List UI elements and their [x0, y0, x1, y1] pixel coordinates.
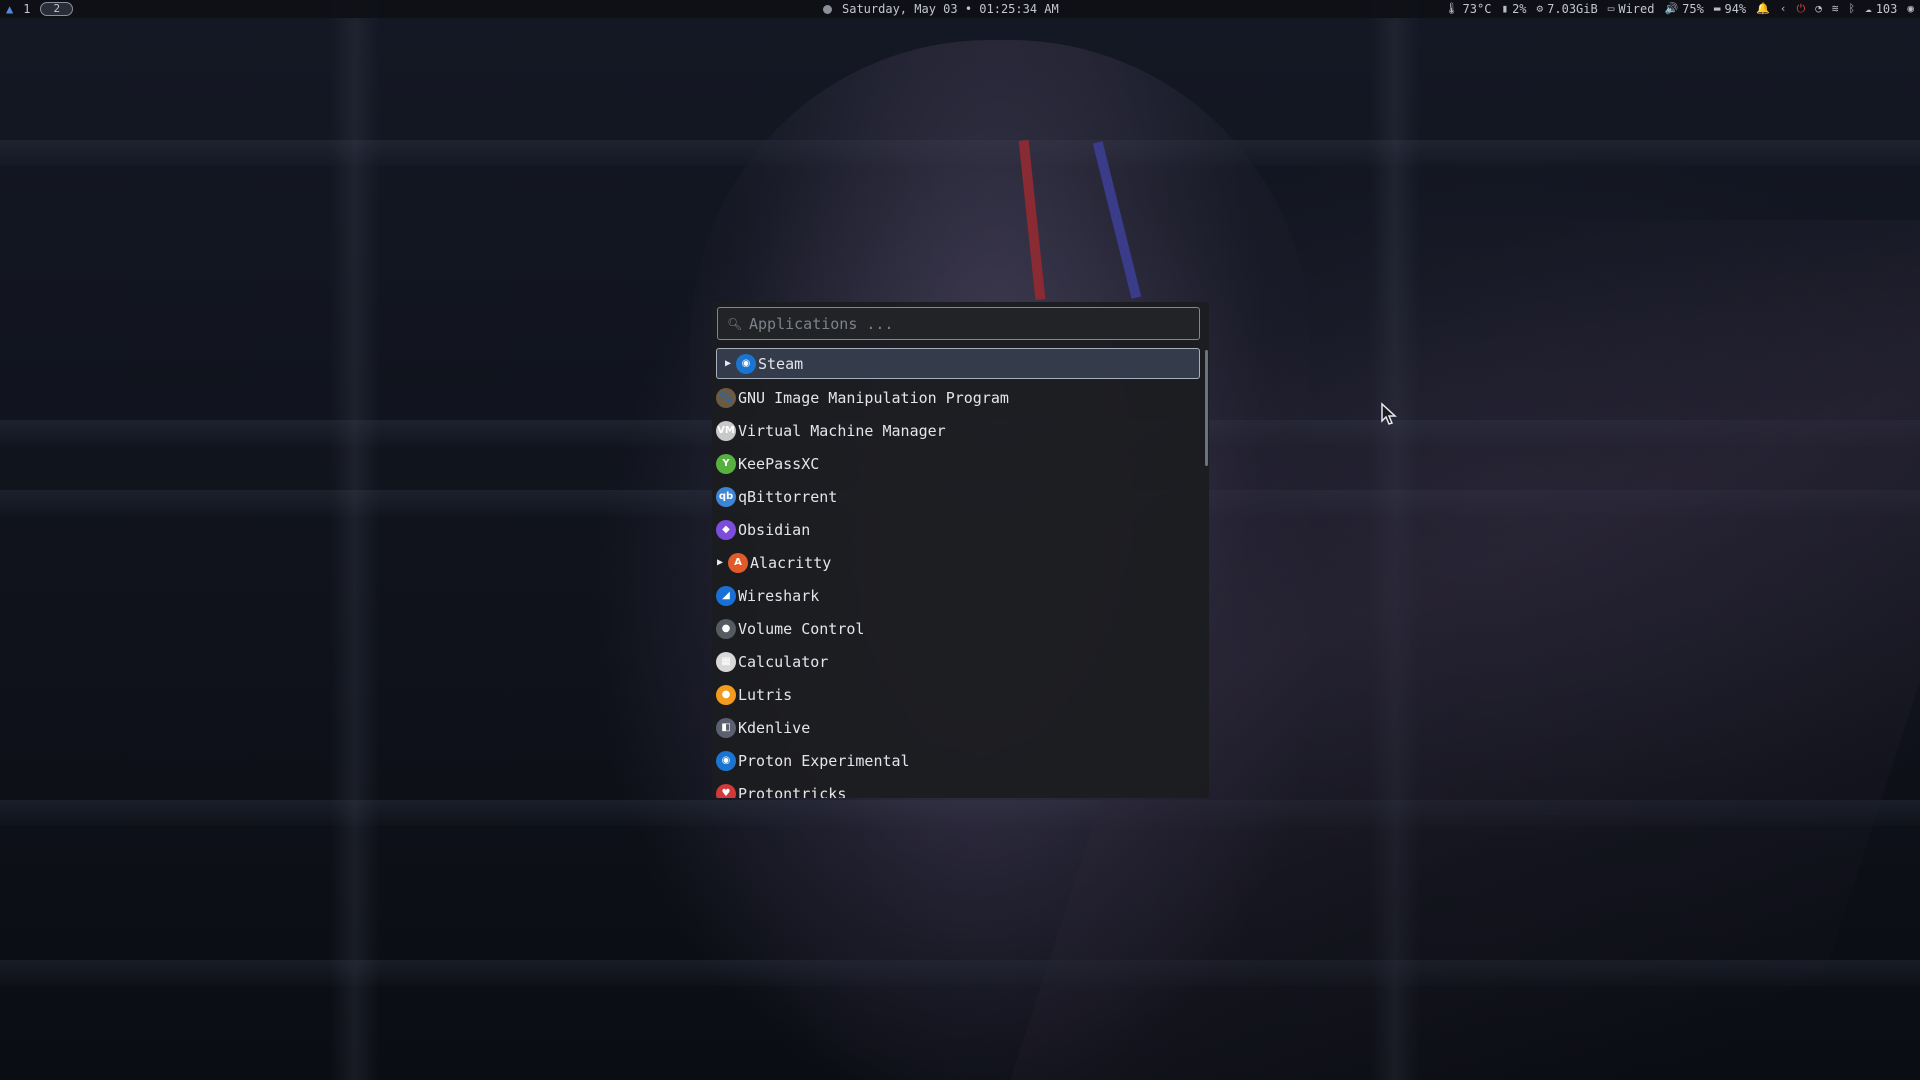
app-item-calculator[interactable]: ▦ Calculator — [712, 645, 1202, 678]
volume-value: 75% — [1682, 2, 1704, 16]
expand-arrow-icon[interactable]: ▶ — [714, 557, 726, 568]
battery-module[interactable]: ▬ 94% — [1714, 0, 1746, 18]
protontricks-icon: ♥ — [716, 783, 736, 798]
volume-module[interactable]: 🔊 75% — [1664, 0, 1703, 18]
proton-icon: ◉ — [716, 750, 736, 771]
app-item-label: Protontricks — [738, 784, 847, 799]
app-item-wireshark[interactable]: ◢ Wireshark — [712, 579, 1202, 612]
memory-module[interactable]: ⚙ 7.03GiB — [1537, 0, 1598, 18]
app-item-lutris[interactable]: ● Lutris — [712, 678, 1202, 711]
speedometer-icon[interactable]: ◔ — [1815, 0, 1822, 18]
app-item-obsidian[interactable]: ◆ Obsidian — [712, 513, 1202, 546]
cloud-icon: ☁ — [1865, 2, 1872, 15]
network-icon: ▭ — [1607, 2, 1615, 15]
clock-icon — [823, 4, 832, 14]
app-item-label: Virtual Machine Manager — [738, 421, 946, 440]
workspace-1[interactable]: 1 — [23, 0, 30, 18]
keepassxc-icon: Y — [716, 453, 736, 474]
temperature-module[interactable]: 🌡 73°C — [1445, 0, 1492, 18]
clock[interactable]: Saturday, May 03 • 01:25:34 AM — [823, 0, 1059, 18]
temperature-value: 73°C — [1462, 2, 1492, 16]
app-item-label: qBittorrent — [738, 487, 838, 506]
calculator-icon: ▦ — [716, 651, 736, 672]
app-item-gnu-image-manipulation-program[interactable]: 🐾 GNU Image Manipulation Program — [712, 381, 1202, 414]
app-item-label: Steam — [758, 354, 804, 373]
datetime-text: Saturday, May 03 • 01:25:34 AM — [842, 2, 1059, 16]
app-item-protontricks[interactable]: ♥ Protontricks — [712, 777, 1202, 798]
app-item-label: GNU Image Manipulation Program — [738, 388, 1009, 407]
bell-icon[interactable]: 🔔 — [1756, 0, 1770, 18]
steam-icon: ◉ — [736, 353, 756, 374]
app-item-label: Kdenlive — [738, 718, 811, 737]
wireshark-icon: ◢ — [716, 585, 736, 606]
app-item-label: Wireshark — [738, 586, 820, 605]
gimp-icon: 🐾 — [716, 387, 736, 408]
cloud-module[interactable]: ☁ 103 — [1865, 0, 1897, 18]
wifi-icon[interactable]: ≋ — [1832, 0, 1839, 18]
app-item-label: Proton Experimental — [738, 751, 910, 770]
cpu-module[interactable]: ▮ 2% — [1501, 0, 1526, 18]
memory-icon: ⚙ — [1536, 2, 1544, 15]
app-item-alacritty[interactable]: ▶ A Alacritty — [712, 546, 1202, 579]
alacritty-icon: A — [728, 552, 748, 573]
app-item-proton-experimental[interactable]: ◉ Proton Experimental — [712, 744, 1202, 777]
search-input[interactable] — [747, 313, 1191, 334]
mouse-cursor-icon — [1381, 402, 1397, 425]
volume-control-icon: ● — [716, 618, 736, 639]
volume-icon: 🔊 — [1664, 2, 1679, 15]
cloud-count: 103 — [1875, 2, 1898, 16]
chevron-left-icon[interactable]: ‹ — [1780, 0, 1787, 18]
workspace-2[interactable]: 2 — [40, 2, 74, 16]
app-item-label: Calculator — [738, 652, 829, 671]
app-item-qbittorrent[interactable]: qb qBittorrent — [712, 480, 1202, 513]
app-item-label: Lutris — [738, 685, 793, 704]
obsidian-icon: ◆ — [716, 519, 736, 540]
cpu-icon: ▮ — [1501, 2, 1509, 15]
steam-tray-icon[interactable]: ◉ — [1907, 0, 1914, 18]
app-item-volume-control[interactable]: ● Volume Control — [712, 612, 1202, 645]
arch-logo-icon[interactable]: ▲ — [6, 0, 13, 18]
app-item-keepassxc[interactable]: Y KeePassXC — [712, 447, 1202, 480]
qbittorrent-icon: qb — [716, 486, 736, 507]
lutris-icon: ● — [716, 684, 736, 705]
app-item-label: Alacritty — [750, 553, 832, 572]
app-item-label: Obsidian — [738, 520, 811, 539]
power-icon[interactable]: ⏻ — [1797, 0, 1806, 18]
app-item-label: KeePassXC — [738, 454, 820, 473]
cpu-value: 2% — [1512, 2, 1527, 16]
scrollbar[interactable] — [1205, 350, 1208, 466]
thermometer-icon: 🌡 — [1444, 2, 1459, 15]
app-item-steam[interactable]: ▶ ◉ Steam — [716, 348, 1200, 379]
app-list: ▶ ◉ Steam 🐾 GNU Image Manipulation Program VM… — [712, 348, 1202, 798]
app-launcher: 🔍︎ ▶◉Steam🐾GNU Image Manipulation Progra… — [712, 302, 1209, 798]
bluetooth-icon[interactable]: ᛒ — [1848, 0, 1855, 18]
network-value: Wired — [1618, 2, 1655, 16]
virt-manager-icon: VM — [716, 420, 736, 441]
app-item-virtual-machine-manager[interactable]: VM Virtual Machine Manager — [712, 414, 1202, 447]
battery-value: 94% — [1724, 2, 1747, 16]
app-item-kdenlive[interactable]: ◧ Kdenlive — [712, 711, 1202, 744]
top-bar: ▲ 1 2 Saturday, May 03 • 01:25:34 AM 🌡 7… — [0, 0, 1920, 18]
expand-arrow-icon[interactable]: ▶ — [722, 358, 734, 369]
search-box: 🔍︎ — [717, 307, 1200, 340]
network-module[interactable]: ▭ Wired — [1608, 0, 1655, 18]
memory-value: 7.03GiB — [1547, 2, 1598, 16]
kdenlive-icon: ◧ — [716, 717, 736, 738]
battery-icon: ▬ — [1713, 2, 1721, 15]
app-item-label: Volume Control — [738, 619, 865, 638]
search-icon: 🔍︎ — [727, 316, 743, 331]
